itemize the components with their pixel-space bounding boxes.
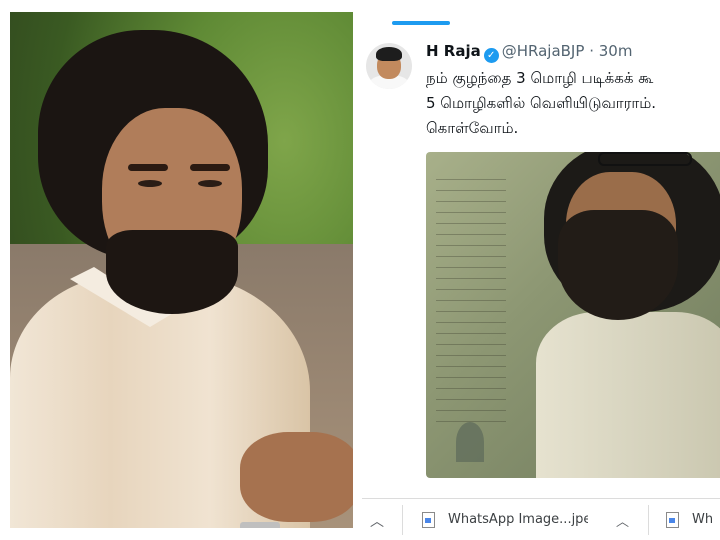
download-divider — [402, 505, 403, 535]
file-icon — [422, 512, 435, 528]
chevron-up-icon[interactable]: ︿ — [370, 511, 384, 531]
left-eye — [138, 180, 162, 187]
tweet-header: H Raja ✓ @HRajaBJP · 30m — [426, 42, 632, 63]
download-divider — [648, 505, 649, 535]
download-item-label[interactable]: Wh — [692, 512, 720, 527]
left-eyebrow — [128, 164, 168, 171]
handwriting-texture — [436, 172, 506, 432]
right-eye — [198, 180, 222, 187]
tweet-panel: H Raja ✓ @HRajaBJP · 30m நம் குழந்தை 3 மொழ… — [362, 0, 720, 540]
chevron-up-icon[interactable]: ︿ — [616, 511, 629, 530]
left-photo — [10, 12, 353, 528]
avatar[interactable] — [366, 43, 412, 89]
avatar-hair — [376, 47, 402, 61]
download-bar: ︿ WhatsApp Image...jpeg ︿ Wh — [362, 498, 720, 540]
tweet-text: நம் குழந்தை 3 மொழி படிக்கக் கூ 5 மொழிகளி… — [426, 69, 657, 137]
download-item-label[interactable]: WhatsApp Image...jpeg — [448, 512, 588, 527]
tweet-author-handle[interactable]: @HRajaBJP — [502, 42, 585, 60]
tweet-image[interactable] — [426, 152, 720, 478]
wristwatch — [240, 522, 280, 528]
file-icon — [666, 512, 679, 528]
tweet-author-name[interactable]: H Raja — [426, 42, 481, 60]
poster-beard — [558, 210, 678, 320]
poster-shirt — [536, 312, 720, 478]
dome-silhouette — [456, 422, 484, 462]
person-arm — [240, 432, 353, 522]
header-separator: · — [589, 42, 594, 60]
verified-icon: ✓ — [483, 48, 499, 63]
tweet-timestamp[interactable]: 30m — [599, 42, 633, 60]
right-eyebrow — [190, 164, 230, 171]
tab-indicator — [392, 21, 450, 25]
person-beard — [106, 230, 238, 314]
poster-glasses — [598, 152, 692, 166]
